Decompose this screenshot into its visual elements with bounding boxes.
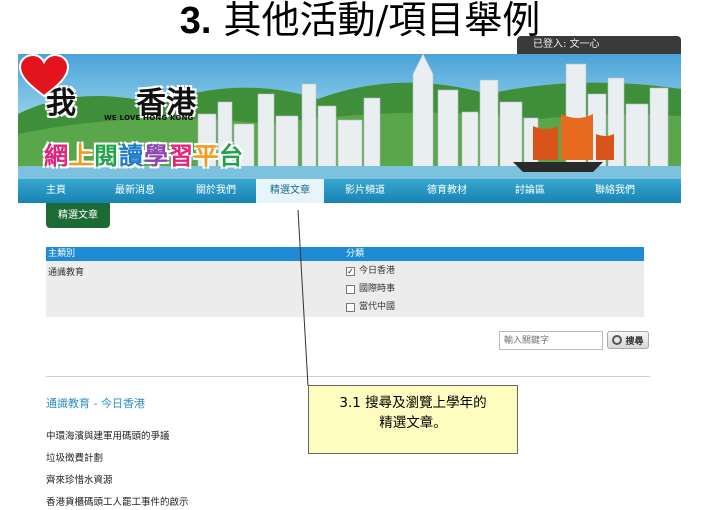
search-button[interactable]: 搜尋 (607, 331, 649, 349)
filter-option-label: 今日香港 (359, 266, 396, 276)
article-link[interactable]: 中環海濱與建軍用碼頭的爭議 (46, 428, 170, 442)
main-nav: 主頁 最新消息 關於我們 精選文章 影片頻道 德育教材 討論區 聯絡我們 (18, 179, 681, 203)
nav-item-about[interactable]: 關於我們 (176, 179, 256, 203)
filter-main-category[interactable]: 通識教育 (48, 265, 84, 278)
search-input[interactable] (499, 331, 603, 350)
checkbox-unchecked[interactable] (346, 284, 355, 294)
nav-item-news[interactable]: 最新消息 (94, 179, 176, 203)
filter-header: 主類別 分類 (46, 247, 644, 261)
logo-char: 上 (69, 142, 94, 170)
article-link[interactable]: 香港貨櫃碼頭工人罷工事件的啟示 (46, 494, 189, 508)
filter-option-modern-china[interactable]: 當代中國 (346, 300, 395, 314)
callout-note: 3.1 搜尋及瀏覽上學年的 精選文章。 (308, 385, 518, 454)
site-banner: 我 香港 WE LOVE HONG KONG 網上閱讀學習平台 (18, 54, 681, 179)
logo-char: 閱 (94, 142, 119, 170)
filter-option-label: 當代中國 (359, 302, 396, 312)
logo-char: 讀 (119, 142, 144, 170)
logo-learning-platform: 網上閱讀學習平台 (44, 136, 244, 171)
slide-title-text: 其他活動/項目舉例 (223, 0, 541, 40)
logo-char: 台 (219, 142, 244, 170)
nav-item-video[interactable]: 影片頻道 (324, 179, 406, 203)
nav-item-home[interactable]: 主頁 (18, 179, 94, 203)
callout-line-2: 精選文章。 (379, 415, 447, 431)
checkbox-unchecked[interactable] (346, 302, 355, 312)
slide-title: 3. 其他活動/項目舉例 (0, 0, 720, 40)
nav-item-contact[interactable]: 聯絡我們 (572, 179, 658, 203)
nav-item-moral-materials[interactable]: 德育教材 (406, 179, 488, 203)
nav-item-featured-articles[interactable]: 精選文章 (256, 179, 324, 203)
search-icon (612, 335, 623, 345)
slide-title-number: 3. (179, 0, 212, 40)
filter-option-today-hk[interactable]: ✓ 今日香港 (346, 264, 395, 278)
callout-pointer-line (297, 210, 309, 387)
article-link[interactable]: 垃圾徵費計劃 (46, 450, 103, 464)
filter-col-sub: 分類 (346, 249, 365, 259)
filter-option-label: 國際時事 (359, 284, 396, 294)
logo-char: 習 (169, 142, 194, 170)
results-section-title[interactable]: 通識教育 - 今日香港 (46, 395, 145, 411)
logo-char: 學 (144, 142, 169, 170)
tab-featured-articles[interactable]: 精選文章 (46, 203, 110, 228)
login-status: 已登入: 文一心 (517, 36, 681, 54)
callout-line-1: 3.1 搜尋及瀏覽上學年的 (339, 395, 487, 411)
logo-char: 網 (44, 142, 69, 170)
filter-body: 通識教育 ✓ 今日香港 國際時事 當代中國 (46, 261, 644, 317)
article-link[interactable]: 齊來珍惜水資源 (46, 472, 113, 486)
filter-option-world-affairs[interactable]: 國際時事 (346, 282, 395, 296)
logo-subtitle: WE LOVE HONG KONG (104, 114, 194, 122)
nav-item-forum[interactable]: 討論區 (488, 179, 572, 203)
filter-col-main: 主類別 (48, 249, 76, 259)
search-button-label: 搜尋 (625, 336, 644, 347)
divider (46, 376, 650, 377)
heart-icon (18, 54, 70, 98)
logo-char: 平 (194, 142, 219, 170)
checkbox-checked[interactable]: ✓ (346, 266, 355, 276)
